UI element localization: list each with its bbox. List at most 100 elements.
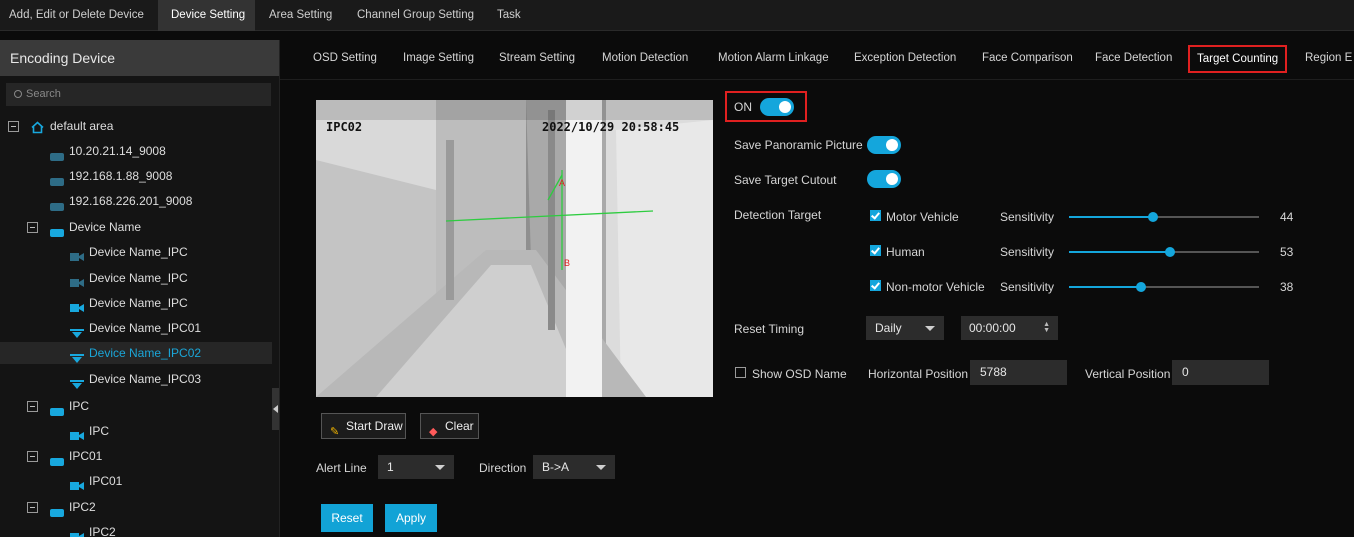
reset-button[interactable]: Reset bbox=[321, 504, 373, 532]
vertical-position-input[interactable]: 0 bbox=[1172, 360, 1269, 385]
tab-area-setting[interactable]: Area Setting bbox=[269, 0, 332, 31]
sidebar-collapse-handle[interactable] bbox=[272, 388, 279, 430]
horizontal-position-label: Horizontal Position bbox=[868, 367, 969, 381]
server-icon bbox=[50, 171, 64, 186]
settings-tab-bar: OSD Setting Image Setting Stream Setting… bbox=[280, 40, 1354, 80]
tree-item-device[interactable]: 192.168.226.201_9008 bbox=[0, 190, 272, 212]
motor-vehicle-sensitivity-value: 44 bbox=[1280, 210, 1294, 224]
search-icon bbox=[14, 90, 22, 99]
tab-stream-setting[interactable]: Stream Setting bbox=[499, 52, 575, 64]
tree-item-channel[interactable]: IPC01 bbox=[0, 470, 272, 492]
non-motor-vehicle-sensitivity-value: 38 bbox=[1280, 280, 1294, 294]
nvr-icon bbox=[50, 451, 64, 466]
human-sensitivity-value: 53 bbox=[1280, 245, 1294, 259]
slider-fill bbox=[1069, 216, 1153, 218]
sensitivity-label: Sensitivity bbox=[1000, 245, 1055, 259]
tab-channel-group-setting[interactable]: Channel Group Setting bbox=[357, 0, 474, 31]
direction-select[interactable]: B->A bbox=[533, 455, 615, 479]
slider-handle[interactable] bbox=[1136, 282, 1146, 292]
tab-face-comparison[interactable]: Face Comparison bbox=[982, 52, 1073, 64]
top-tab-bar: Add, Edit or Delete Device Device Settin… bbox=[0, 0, 1354, 31]
tab-task[interactable]: Task bbox=[497, 0, 521, 31]
nvr-icon bbox=[50, 502, 64, 517]
human-checkbox[interactable] bbox=[870, 245, 881, 256]
horizontal-position-input[interactable]: 5788 bbox=[970, 360, 1067, 385]
tree-item-channel[interactable]: IPC bbox=[0, 420, 272, 442]
camera-icon bbox=[70, 476, 84, 490]
eraser-icon: ◆ bbox=[429, 426, 438, 438]
reset-timing-select[interactable]: Daily bbox=[866, 316, 944, 340]
search-input[interactable]: Search bbox=[6, 83, 271, 106]
tree-item-channel[interactable]: Device Name_IPC01 bbox=[0, 317, 272, 339]
tab-target-counting[interactable]: Target Counting bbox=[1188, 45, 1288, 73]
alert-line-label: Alert Line bbox=[316, 461, 367, 475]
tree-item-channel[interactable]: Device Name_IPC03 bbox=[0, 368, 272, 390]
non-motor-vehicle-checkbox[interactable] bbox=[870, 280, 881, 291]
tab-device-setting[interactable]: Device Setting bbox=[158, 0, 255, 31]
tab-exception-detection[interactable]: Exception Detection bbox=[854, 52, 956, 64]
reset-timing-label: Reset Timing bbox=[734, 322, 805, 336]
on-label: ON bbox=[734, 100, 752, 114]
tree-item-channel-selected[interactable]: Device Name_IPC02 bbox=[0, 342, 272, 364]
non-motor-vehicle-sensitivity-slider[interactable] bbox=[1069, 282, 1259, 292]
tree-item-channel[interactable]: Device Name_IPC bbox=[0, 241, 272, 263]
clear-label: Clear bbox=[445, 419, 474, 433]
tab-image-setting[interactable]: Image Setting bbox=[403, 52, 474, 64]
collapse-icon[interactable] bbox=[27, 451, 38, 462]
dome-camera-icon bbox=[70, 348, 84, 363]
tree-item-channel[interactable]: Device Name_IPC bbox=[0, 292, 272, 314]
alert-line-select[interactable]: 1 bbox=[378, 455, 454, 479]
slider-handle[interactable] bbox=[1165, 247, 1175, 257]
slider-handle[interactable] bbox=[1148, 212, 1158, 222]
tree-item-ipc[interactable]: IPC bbox=[0, 395, 272, 417]
collapse-icon[interactable] bbox=[27, 401, 38, 412]
human-label: Human bbox=[886, 245, 925, 259]
nvr-icon bbox=[50, 222, 64, 237]
camera-icon bbox=[70, 426, 84, 440]
reset-time-input[interactable]: 00:00:00 ▲ ▼ bbox=[961, 316, 1058, 340]
tab-region[interactable]: Region E bbox=[1305, 52, 1352, 64]
apply-button[interactable]: Apply bbox=[385, 504, 437, 532]
reset-timing-value: Daily bbox=[875, 321, 902, 335]
tree-item-device-name[interactable]: Device Name bbox=[0, 216, 272, 238]
tree-item-label: 192.168.1.88_9008 bbox=[69, 169, 173, 183]
chevron-down-icon bbox=[596, 465, 606, 470]
show-osd-checkbox[interactable] bbox=[735, 367, 746, 378]
show-osd-label: Show OSD Name bbox=[752, 367, 847, 381]
tree-item-default-area[interactable]: default area bbox=[0, 115, 272, 137]
tree-item-label: IPC2 bbox=[69, 500, 96, 514]
tab-motion-alarm-linkage[interactable]: Motion Alarm Linkage bbox=[718, 52, 829, 64]
home-icon bbox=[31, 119, 44, 134]
spinner-arrows-icon[interactable]: ▲ ▼ bbox=[1043, 321, 1050, 334]
tree-item-device[interactable]: 192.168.1.88_9008 bbox=[0, 165, 272, 187]
camera-icon bbox=[70, 298, 84, 312]
tree-item-ipc2[interactable]: IPC2 bbox=[0, 496, 272, 518]
tree-item-label: Device Name_IPC03 bbox=[89, 372, 202, 386]
tree-item-channel[interactable]: IPC2 bbox=[0, 521, 272, 537]
save-cutout-toggle[interactable] bbox=[867, 170, 901, 188]
start-draw-button[interactable]: ✎ Start Draw bbox=[321, 413, 406, 439]
tree-item-label: 10.20.21.14_9008 bbox=[69, 144, 166, 158]
clear-button[interactable]: ◆ Clear bbox=[420, 413, 479, 439]
collapse-icon[interactable] bbox=[8, 121, 19, 132]
human-sensitivity-slider[interactable] bbox=[1069, 247, 1259, 257]
sensitivity-label: Sensitivity bbox=[1000, 280, 1055, 294]
collapse-icon[interactable] bbox=[27, 222, 38, 233]
motor-vehicle-checkbox[interactable] bbox=[870, 210, 881, 221]
tab-add-edit-delete-device[interactable]: Add, Edit or Delete Device bbox=[9, 0, 149, 31]
motor-vehicle-sensitivity-slider[interactable] bbox=[1069, 212, 1259, 222]
tab-osd-setting[interactable]: OSD Setting bbox=[313, 52, 377, 64]
save-panoramic-toggle[interactable] bbox=[867, 136, 901, 154]
tree-item-channel[interactable]: Device Name_IPC bbox=[0, 267, 272, 289]
collapse-icon[interactable] bbox=[27, 502, 38, 513]
tab-face-detection[interactable]: Face Detection bbox=[1095, 52, 1172, 64]
alert-line-label-b: B bbox=[564, 258, 571, 268]
alert-line-label-a: A bbox=[559, 178, 566, 188]
tab-motion-detection[interactable]: Motion Detection bbox=[602, 52, 688, 64]
camera-icon bbox=[70, 273, 84, 287]
target-counting-toggle[interactable] bbox=[760, 98, 794, 116]
pencil-icon: ✎ bbox=[330, 426, 340, 438]
tree-item-device[interactable]: 10.20.21.14_9008 bbox=[0, 140, 272, 162]
camera-preview[interactable]: IPC02 2022/10/29 20:58:45 A B bbox=[316, 100, 713, 397]
tree-item-ipc01[interactable]: IPC01 bbox=[0, 445, 272, 467]
